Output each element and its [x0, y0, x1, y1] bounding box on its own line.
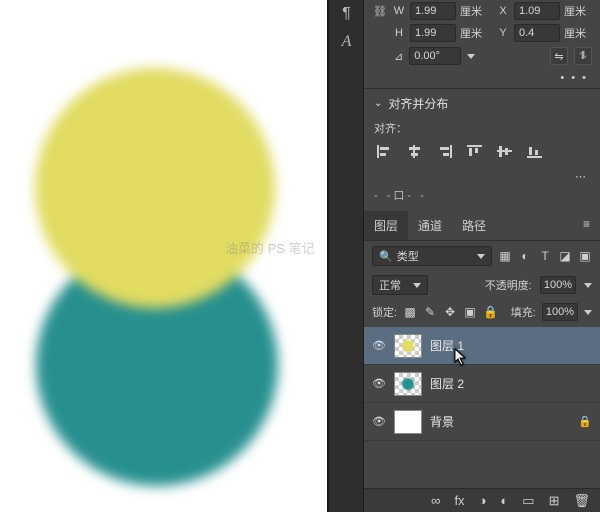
- fill-dropdown-icon[interactable]: [584, 310, 592, 315]
- group-icon[interactable]: ▭: [522, 493, 534, 509]
- mask-icon[interactable]: ◑: [479, 493, 487, 508]
- tab-channels[interactable]: 通道: [408, 211, 452, 240]
- layer-row[interactable]: 👁 图层 2: [364, 365, 600, 403]
- adjustment-icon[interactable]: ◐: [500, 493, 508, 508]
- chevron-down-icon: ⌄: [374, 98, 382, 109]
- rotation-row: ⊿ 0.00° ⇋ ⥮: [364, 44, 600, 68]
- filter-text-icon[interactable]: T: [538, 249, 552, 263]
- layer-thumb[interactable]: [394, 334, 422, 358]
- tab-layers[interactable]: 图层: [364, 211, 408, 240]
- y-label: Y: [496, 27, 510, 39]
- layer-thumb[interactable]: [394, 372, 422, 396]
- section-divider: - -口- -: [374, 185, 590, 205]
- shape-yellow-circle[interactable]: [35, 68, 275, 308]
- props-row-hy: H 1.99 厘米 Y 0.4 厘米: [364, 22, 600, 44]
- opacity-dropdown-icon[interactable]: [584, 283, 592, 288]
- panel-menu-icon[interactable]: ≡: [573, 211, 600, 240]
- align-label: 对齐：: [374, 120, 590, 136]
- w-field[interactable]: 1.99: [410, 2, 456, 20]
- chevron-down-icon: [413, 283, 421, 288]
- opacity-field[interactable]: 100%: [540, 276, 576, 294]
- lock-pixels-icon[interactable]: ▩: [403, 305, 417, 319]
- visibility-eye-icon[interactable]: 👁: [372, 415, 386, 429]
- filter-image-icon[interactable]: ▦: [498, 249, 512, 263]
- link-wh-icon[interactable]: ⛓: [372, 5, 388, 18]
- search-icon: 🔍: [379, 250, 393, 263]
- align-hcenter-icon[interactable]: [406, 144, 422, 158]
- layers-list: 👁 图层 1 👁 图层 2 👁 背景 🔒: [364, 325, 600, 441]
- y-unit: 厘米: [564, 25, 586, 41]
- rotation-icon: ⊿: [394, 50, 403, 63]
- filter-smart-icon[interactable]: ▣: [578, 249, 592, 263]
- props-row-wx: ⛓ W 1.99 厘米 X 1.09 厘米: [364, 0, 600, 22]
- blend-mode-dropdown[interactable]: 正常: [372, 275, 428, 295]
- glyph-panel-icon[interactable]: A: [329, 28, 364, 56]
- lock-label: 锁定:: [372, 304, 397, 320]
- align-icons-row: [374, 144, 590, 158]
- fill-label: 填充:: [511, 304, 536, 320]
- layer-filter-row: 🔍类型 ▦ ◐ T ◪ ▣: [364, 241, 600, 271]
- align-section-title[interactable]: ⌄ 对齐并分布: [374, 95, 590, 112]
- h-field[interactable]: 1.99: [410, 24, 456, 42]
- visibility-eye-icon[interactable]: 👁: [372, 339, 386, 353]
- tools-strip: ¶ A: [329, 0, 364, 512]
- align-top-icon[interactable]: [466, 144, 482, 158]
- link-layers-icon[interactable]: ∞: [431, 493, 440, 508]
- opacity-label: 不透明度:: [485, 277, 532, 293]
- y-field[interactable]: 0.4: [514, 24, 560, 42]
- layer-thumb[interactable]: [394, 410, 422, 434]
- watermark: 油菜的 PS 笔记: [225, 238, 315, 257]
- w-unit: 厘米: [460, 3, 482, 19]
- lock-artboard-icon[interactable]: ▣: [463, 305, 477, 319]
- align-bottom-icon[interactable]: [526, 144, 542, 158]
- layers-tabs: 图层 通道 路径 ≡: [364, 211, 600, 241]
- layer-row[interactable]: 👁 背景 🔒: [364, 403, 600, 441]
- more-dots[interactable]: • • •: [364, 68, 600, 88]
- align-distribute-section: ⌄ 对齐并分布 对齐： ⋯ - -口- -: [364, 88, 600, 211]
- filter-adjust-icon[interactable]: ◐: [518, 249, 532, 263]
- h-label: H: [392, 27, 406, 39]
- chevron-down-icon: [477, 254, 485, 259]
- rotation-dropdown-icon[interactable]: [467, 54, 475, 59]
- right-panels: ⛓ W 1.99 厘米 X 1.09 厘米 H 1.99 厘米 Y 0.4 厘米…: [364, 0, 600, 512]
- align-more-icon[interactable]: ⋯: [374, 168, 590, 185]
- w-label: W: [392, 5, 406, 17]
- paragraph-panel-icon[interactable]: ¶: [329, 0, 364, 28]
- lock-icon: 🔒: [578, 415, 592, 428]
- align-vcenter-icon[interactable]: [496, 144, 512, 158]
- x-label: X: [496, 5, 510, 17]
- new-layer-icon[interactable]: ⊞: [549, 493, 560, 509]
- align-right-icon[interactable]: [436, 144, 452, 158]
- flip-vertical-button[interactable]: ⥮: [574, 47, 592, 65]
- flip-horizontal-button[interactable]: ⇋: [550, 47, 568, 65]
- tab-paths[interactable]: 路径: [452, 211, 496, 240]
- h-unit: 厘米: [460, 25, 482, 41]
- blend-row: 正常 不透明度: 100%: [364, 271, 600, 299]
- layer-name[interactable]: 图层 2: [430, 375, 464, 392]
- lock-brush-icon[interactable]: ✎: [423, 305, 437, 319]
- filter-shape-icon[interactable]: ◪: [558, 249, 572, 263]
- canvas[interactable]: 油菜的 PS 笔记: [0, 0, 327, 512]
- lock-position-icon[interactable]: ✥: [443, 305, 457, 319]
- align-left-icon[interactable]: [376, 144, 392, 158]
- trash-icon[interactable]: 🗑: [573, 493, 590, 509]
- align-title-text: 对齐并分布: [388, 95, 448, 112]
- x-unit: 厘米: [564, 3, 586, 19]
- visibility-eye-icon[interactable]: 👁: [372, 377, 386, 391]
- rotation-field[interactable]: 0.00°: [409, 47, 461, 65]
- layer-name[interactable]: 背景: [430, 413, 454, 430]
- layers-footer: ∞ fx ◑ ◐ ▭ ⊞ 🗑: [364, 488, 600, 512]
- fx-icon[interactable]: fx: [454, 493, 464, 508]
- layer-row[interactable]: 👁 图层 1: [364, 327, 600, 365]
- x-field[interactable]: 1.09: [514, 2, 560, 20]
- lock-all-icon[interactable]: 🔒: [483, 305, 497, 319]
- fill-field[interactable]: 100%: [542, 303, 578, 321]
- filter-kind-dropdown[interactable]: 🔍类型: [372, 246, 492, 266]
- lock-row: 锁定: ▩ ✎ ✥ ▣ 🔒 填充: 100%: [364, 299, 600, 325]
- layer-name[interactable]: 图层 1: [430, 337, 464, 354]
